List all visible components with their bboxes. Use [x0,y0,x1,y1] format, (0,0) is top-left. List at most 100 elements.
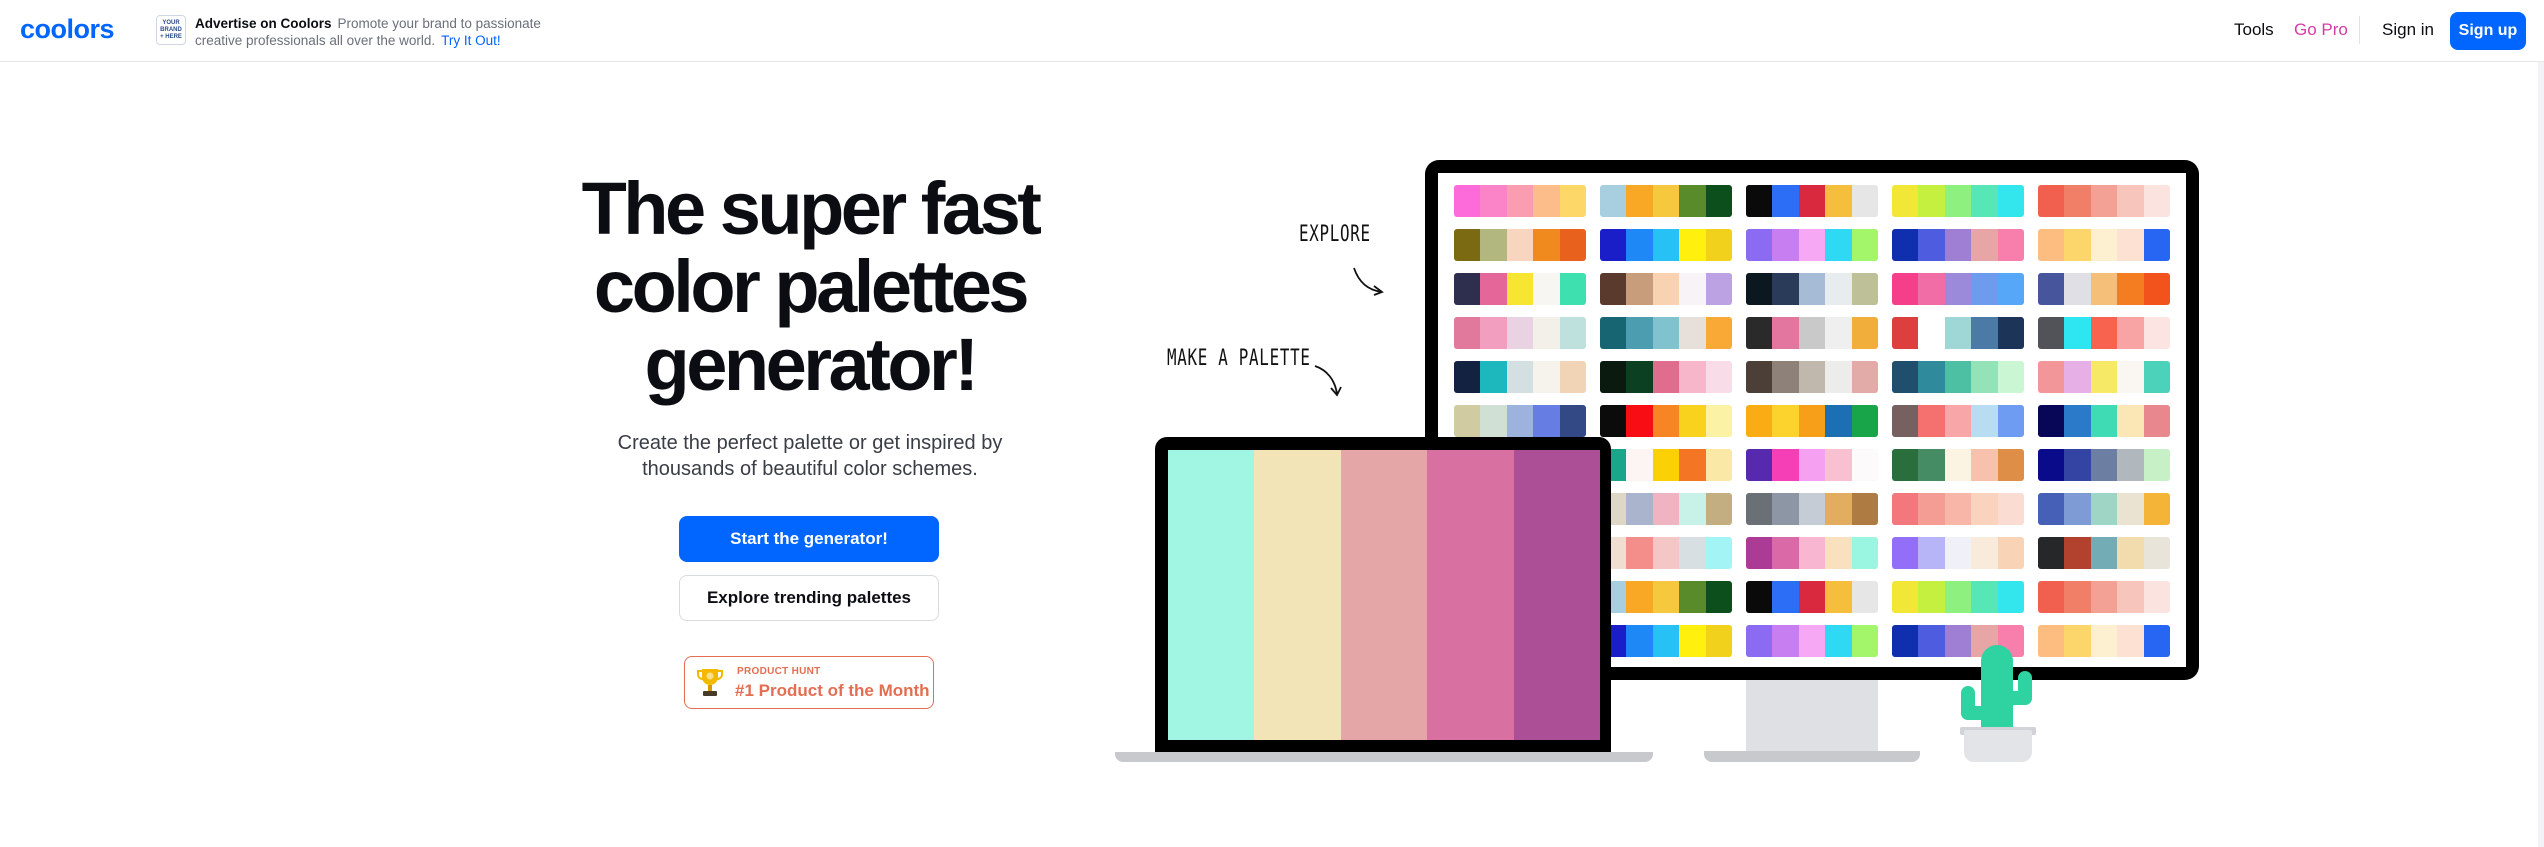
coolors-logo[interactable]: coolors [20,14,115,45]
palette-swatch [1918,229,1945,261]
palette-swatch [1851,625,1878,657]
page-scrollbar[interactable] [2538,62,2544,847]
palette-swatch [2038,625,2065,657]
palette-swatch [1944,405,1972,437]
palette-thumbnail [2038,537,2170,569]
palette-swatch [1626,185,1653,217]
palette-swatch [1944,273,1972,305]
palette-swatch [2038,537,2065,569]
palette-swatch [2143,317,2170,349]
product-hunt-badge[interactable]: PRODUCT HUNT #1 Product of the Month [684,656,934,709]
palette-thumbnail [2038,317,2170,349]
palette-thumbnail [1746,317,1878,349]
palette-swatch [1559,317,1586,349]
palette-swatch [1652,581,1680,613]
palette-swatch [1559,273,1586,305]
palette-swatch [2117,581,2144,613]
palette-swatch [1997,361,2024,393]
palette-thumbnail [2038,625,2170,657]
palette-swatch [1971,581,1998,613]
start-generator-button[interactable]: Start the generator! [679,516,939,562]
palette-swatch [1851,185,1878,217]
palette-swatch [1626,625,1653,657]
palette-thumbnail [1600,229,1732,261]
palette-swatch [2064,449,2091,481]
palette-thumbnail [1454,273,1586,305]
go-pro-link[interactable]: Go Pro [2294,20,2348,40]
palette-swatch [1705,449,1732,481]
palette-swatch [2090,581,2118,613]
palette-swatch [2090,493,2118,525]
laptop-color-swatch [1254,450,1341,740]
palette-swatch [1772,317,1799,349]
ad-banner[interactable]: Advertise on Coolors Promote your brand t… [195,15,541,49]
palette-thumbnail [1600,273,1732,305]
palette-swatch [1652,229,1680,261]
ad-brand-icon[interactable]: YOUR BRAND + HERE [156,15,186,45]
palette-swatch [1600,361,1627,393]
palette-swatch [1892,537,1919,569]
palette-swatch [2117,493,2144,525]
palette-swatch [2143,449,2170,481]
sign-up-button[interactable]: Sign up [2450,12,2526,50]
explore-trending-button[interactable]: Explore trending palettes [679,575,939,621]
palette-swatch [2117,405,2144,437]
palette-swatch [1480,361,1507,393]
palette-swatch [2143,273,2170,305]
palette-swatch [2143,405,2170,437]
make-palette-arrow-icon [1314,365,1342,397]
explore-handwritten-label: EXPLORE [1299,222,1371,247]
palette-swatch [1705,361,1732,393]
palette-swatch [2064,229,2091,261]
palette-swatch [1918,581,1945,613]
palette-thumbnail [1892,273,2024,305]
palette-swatch [2064,273,2091,305]
tools-menu[interactable]: Tools [2234,20,2274,40]
palette-swatch [1626,493,1653,525]
palette-swatch [2038,273,2065,305]
sign-in-link[interactable]: Sign in [2382,20,2434,40]
palette-swatch [2038,405,2065,437]
palette-swatch [1892,625,1919,657]
palette-swatch [1679,405,1706,437]
palette-swatch [1559,185,1586,217]
palette-thumbnail [1746,185,1878,217]
palette-swatch [2117,625,2144,657]
palette-swatch [1798,449,1826,481]
palette-swatch [1679,185,1706,217]
palette-swatch [1971,493,1998,525]
palette-thumbnail [2038,185,2170,217]
palette-thumbnail [1746,493,1878,525]
palette-swatch [1533,405,1560,437]
ad-line-2: creative professionals all over the worl… [195,33,436,48]
palette-swatch [1772,581,1799,613]
palette-swatch [1600,229,1627,261]
palette-swatch [1454,317,1481,349]
palette-swatch [1798,625,1826,657]
palette-swatch [1705,581,1732,613]
palette-swatch [2064,581,2091,613]
palette-swatch [1746,405,1773,437]
palette-swatch [1825,185,1852,217]
palette-swatch [1772,537,1799,569]
palette-swatch [1997,493,2024,525]
palette-swatch [1851,405,1878,437]
ad-badge-line-2: BRAND [160,26,182,33]
palette-swatch [2064,537,2091,569]
palette-swatch [1892,229,1919,261]
palette-swatch [2090,185,2118,217]
palette-swatch [2090,537,2118,569]
palette-swatch [1626,537,1653,569]
palette-thumbnail [1746,537,1878,569]
ad-try-link[interactable]: Try It Out! [441,33,501,48]
palette-swatch [1944,449,1972,481]
palette-thumbnail [1746,581,1878,613]
palette-swatch [1705,185,1732,217]
palette-swatch [1705,537,1732,569]
palette-swatch [1746,229,1773,261]
palette-swatch [1944,493,1972,525]
explore-arrow-icon [1353,267,1384,296]
palette-thumbnail [1454,229,1586,261]
palette-swatch [1480,229,1507,261]
hero-title-line-2: color palettes [593,245,1030,328]
